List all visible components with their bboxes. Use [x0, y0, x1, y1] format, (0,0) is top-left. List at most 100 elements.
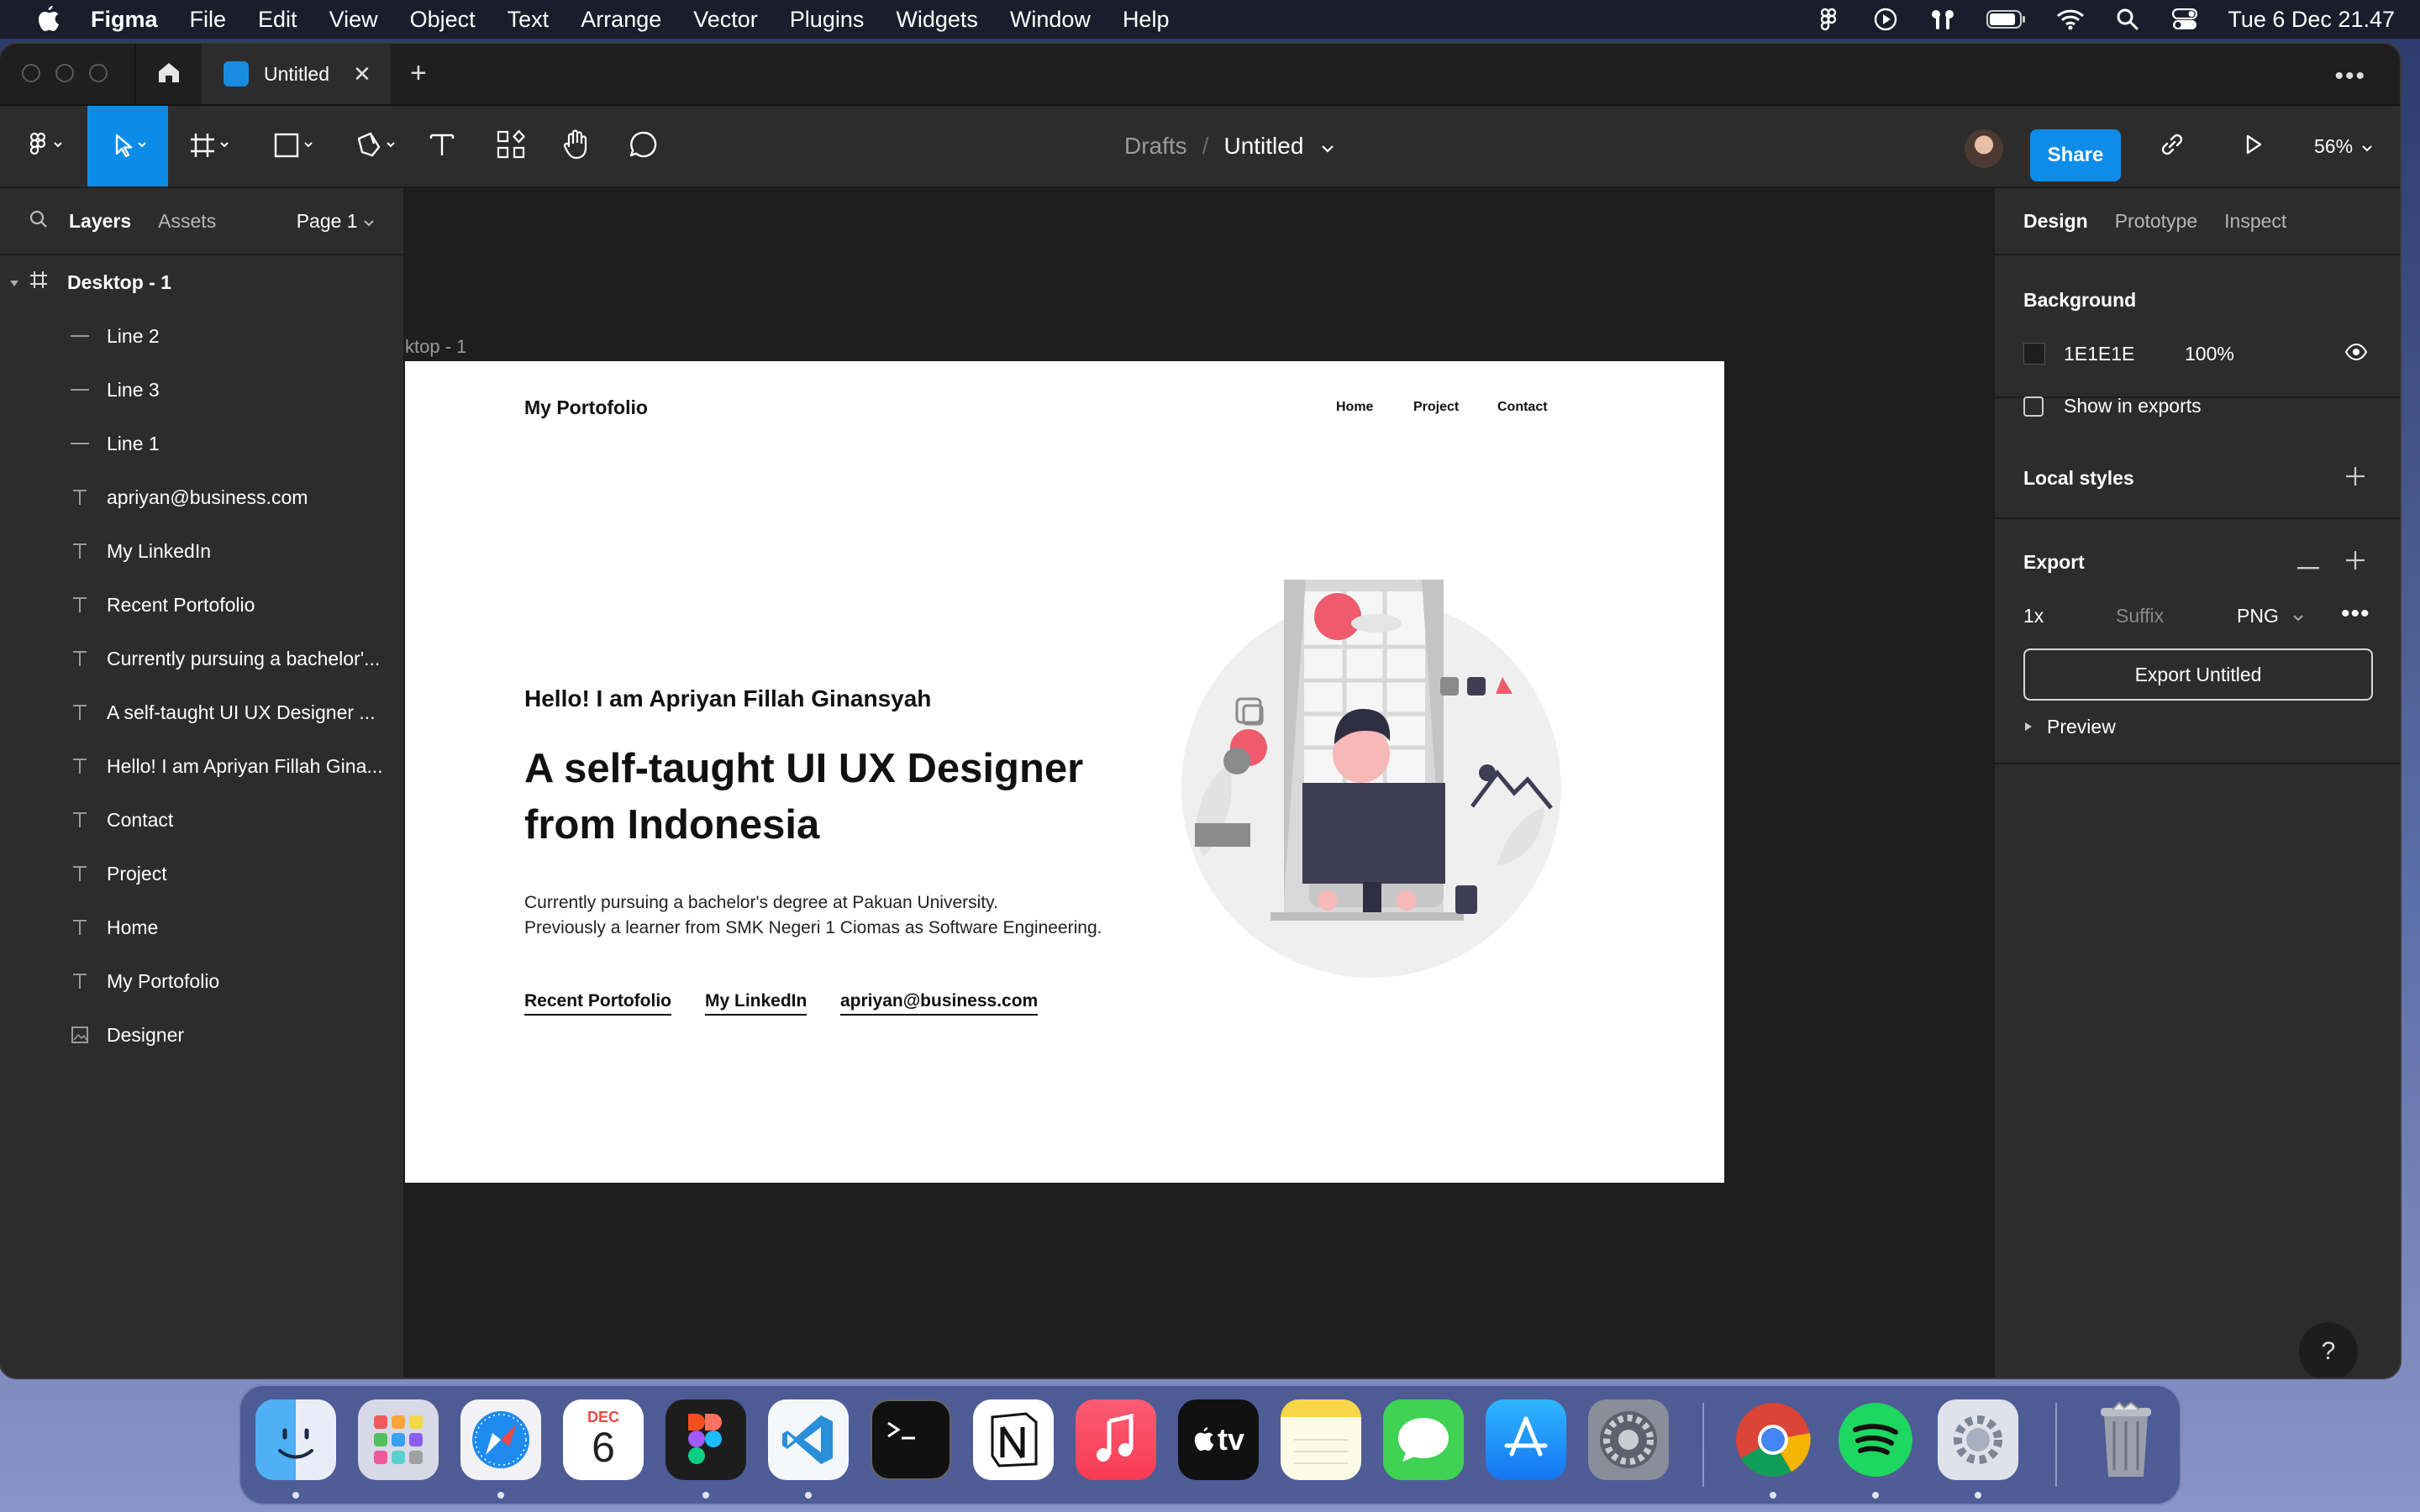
- messages-icon[interactable]: [1383, 1399, 1464, 1480]
- wifi-icon[interactable]: [2056, 5, 2085, 34]
- pen-tool-button[interactable]: [348, 106, 407, 186]
- export-settings-more-icon[interactable]: •••: [2341, 600, 2370, 628]
- artboard-body-text[interactable]: Currently pursuing a bachelor's degree a…: [524, 890, 1163, 941]
- layer-item[interactable]: Contact: [0, 793, 403, 847]
- move-tool-button[interactable]: [87, 106, 168, 186]
- background-hex-input[interactable]: 1E1E1E: [2064, 343, 2134, 365]
- window-minimize-control[interactable]: [55, 64, 74, 82]
- chrome-icon[interactable]: [1733, 1399, 1813, 1480]
- share-button[interactable]: Share: [2030, 129, 2121, 181]
- new-tab-plus-icon[interactable]: +: [410, 59, 427, 87]
- background-color-swatch[interactable]: [2023, 343, 2045, 365]
- artboard-link-linkedin[interactable]: My LinkedIn: [705, 991, 808, 1016]
- breadcrumb-drafts[interactable]: Drafts: [1124, 133, 1187, 160]
- apple-tv-icon[interactable]: tv: [1178, 1399, 1259, 1480]
- shape-tool-button[interactable]: [266, 106, 324, 186]
- artboard-logo-text[interactable]: My Portofolio: [524, 396, 648, 419]
- hand-tool-button[interactable]: [558, 106, 595, 186]
- design-canvas[interactable]: ktop - 1 My Portofolio Home Project Cont…: [405, 188, 1993, 1378]
- spotify-icon[interactable]: [1835, 1399, 1916, 1480]
- layer-item[interactable]: A self-taught UI UX Designer ...: [0, 685, 403, 739]
- caret-down-icon[interactable]: [8, 271, 20, 294]
- layer-item[interactable]: Home: [0, 900, 403, 954]
- layer-item[interactable]: Line 1: [0, 417, 403, 470]
- show-in-exports-checkbox[interactable]: [2023, 396, 2044, 417]
- play-circle-icon[interactable]: [1871, 5, 1900, 34]
- layer-item[interactable]: Designer: [0, 1008, 403, 1062]
- airpods-icon[interactable]: [1928, 5, 1957, 34]
- layer-item[interactable]: apriyan@business.com: [0, 470, 403, 524]
- app-store-icon[interactable]: [1486, 1399, 1566, 1480]
- layer-item[interactable]: My Portofolio: [0, 954, 403, 1008]
- finder-icon[interactable]: [255, 1399, 336, 1480]
- layer-item[interactable]: My LinkedIn: [0, 524, 403, 578]
- artboard-nav-home[interactable]: Home: [1336, 400, 1373, 415]
- menu-app-figma[interactable]: Figma: [91, 7, 158, 33]
- copy-link-button[interactable]: [2151, 106, 2193, 186]
- layer-frame-desktop[interactable]: Desktop - 1: [0, 255, 403, 309]
- artboard-link-email[interactable]: apriyan@business.com: [840, 991, 1039, 1016]
- background-opacity-input[interactable]: 100%: [2185, 343, 2234, 365]
- home-tab[interactable]: [134, 44, 203, 104]
- safari-icon[interactable]: [460, 1399, 541, 1480]
- apple-icon[interactable]: [32, 0, 66, 39]
- more-options-icon[interactable]: •••: [2334, 62, 2366, 91]
- export-button[interactable]: Export Untitled: [2023, 648, 2373, 701]
- menu-plugins[interactable]: Plugins: [790, 7, 865, 33]
- frame-tool-button[interactable]: [182, 106, 240, 186]
- frame-label[interactable]: ktop - 1: [405, 336, 466, 358]
- layer-item[interactable]: Recent Portofolio: [0, 578, 403, 632]
- text-tool-button[interactable]: [425, 106, 459, 186]
- resources-tool-button[interactable]: [492, 106, 529, 186]
- control-center-icon[interactable]: [2170, 5, 2199, 34]
- artboard-link-recent-portofolio[interactable]: Recent Portofolio: [524, 991, 672, 1016]
- export-scale-input[interactable]: 1x: [2023, 605, 2044, 627]
- page-selector[interactable]: Page 1: [297, 210, 375, 233]
- menu-window[interactable]: Window: [1010, 7, 1091, 33]
- artboard-headline[interactable]: A self-taught UI UX Designer from Indone…: [524, 741, 1146, 853]
- notion-icon[interactable]: [973, 1399, 1054, 1480]
- main-menu-button[interactable]: [17, 106, 76, 186]
- export-suffix-input[interactable]: Suffix: [2116, 605, 2164, 627]
- menu-view[interactable]: View: [329, 7, 378, 33]
- add-export-plus-icon[interactable]: [2344, 549, 2366, 575]
- present-button[interactable]: [2232, 106, 2274, 186]
- artboard-nav-contact[interactable]: Contact: [1497, 400, 1548, 415]
- trash-icon[interactable]: [2086, 1399, 2166, 1480]
- user-avatar[interactable]: [1965, 129, 2003, 168]
- chevron-down-icon[interactable]: [1320, 133, 1335, 160]
- spotlight-search-icon[interactable]: [2113, 5, 2142, 34]
- system-preferences-icon[interactable]: [1588, 1399, 1669, 1480]
- designer-illustration[interactable]: [1170, 580, 1573, 983]
- search-icon[interactable]: [29, 209, 49, 234]
- menu-text[interactable]: Text: [508, 7, 550, 33]
- notes-icon[interactable]: [1281, 1399, 1361, 1480]
- add-style-plus-icon[interactable]: [2344, 465, 2366, 491]
- figma-status-icon[interactable]: [1814, 5, 1843, 34]
- menu-widgets[interactable]: Widgets: [896, 7, 978, 33]
- eye-icon[interactable]: [2344, 343, 2368, 365]
- zoom-dropdown[interactable]: 56%: [2314, 106, 2373, 186]
- window-zoom-control[interactable]: [89, 64, 108, 82]
- remove-export-minus-icon[interactable]: [2297, 559, 2319, 575]
- layer-item[interactable]: Hello! I am Apriyan Fillah Gina...: [0, 739, 403, 793]
- close-tab-icon[interactable]: ✕: [353, 61, 371, 87]
- terminal-icon[interactable]: [871, 1399, 951, 1480]
- music-icon[interactable]: [1076, 1399, 1156, 1480]
- calendar-icon[interactable]: DEC 6: [563, 1399, 644, 1480]
- artboard-desktop-1[interactable]: My Portofolio Home Project Contact Hello…: [405, 361, 1724, 1183]
- tab-assets[interactable]: Assets: [158, 210, 216, 233]
- layer-item[interactable]: Line 3: [0, 363, 403, 417]
- figma-app-icon[interactable]: [666, 1399, 746, 1480]
- document-tab[interactable]: Untitled ✕: [202, 44, 390, 104]
- tab-inspect[interactable]: Inspect: [2224, 210, 2286, 233]
- tab-layers[interactable]: Layers: [69, 210, 131, 233]
- artboard-hello-text[interactable]: Hello! I am Apriyan Fillah Ginansyah: [524, 685, 931, 712]
- layer-item[interactable]: Line 2: [0, 309, 403, 363]
- breadcrumb-file-name[interactable]: Untitled: [1223, 133, 1303, 160]
- help-button[interactable]: ?: [2299, 1322, 2358, 1378]
- battery-icon[interactable]: [1986, 5, 2028, 34]
- comment-tool-button[interactable]: [625, 106, 662, 186]
- window-close-control[interactable]: [22, 64, 40, 82]
- utility-app-icon[interactable]: [1938, 1399, 2018, 1480]
